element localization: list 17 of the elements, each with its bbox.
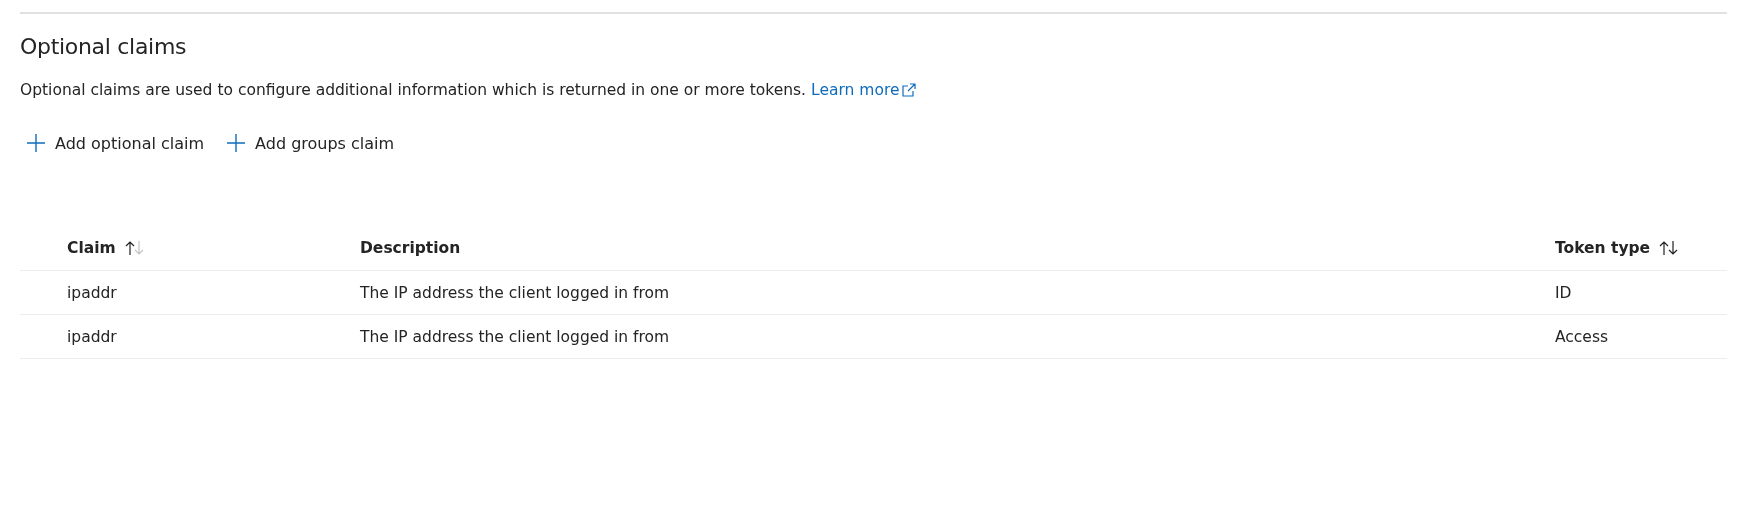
- external-link-icon: [901, 82, 918, 98]
- plus-icon: [226, 133, 247, 153]
- add-button[interactable]: Add groups claim: [220, 129, 401, 157]
- section-title: Optional claims: [20, 34, 188, 59]
- table-cell-text: Access: [1555, 327, 1610, 346]
- table-cell-text: ID: [1555, 283, 1573, 302]
- plus-icon: [26, 133, 46, 153]
- table-cell-text: The IP address the client logged in from: [360, 327, 671, 346]
- table-cell-text: The IP address the client logged in from: [360, 283, 671, 302]
- table-cell-text: ipaddr: [66, 327, 118, 346]
- add-button[interactable]: Add optional claim: [20, 129, 211, 157]
- description-text: Optional claims are used to configure additional information which is returned in one or more tokens.: [20, 81, 807, 99]
- learn-more-link[interactable]: Learn more: [811, 81, 918, 99]
- column-header[interactable]: Claim: [20, 238, 360, 257]
- column-header[interactable]: Token type: [1555, 238, 1727, 257]
- table-cell-text: ipaddr: [66, 283, 118, 302]
- column-header[interactable]: Description: [360, 238, 1555, 257]
